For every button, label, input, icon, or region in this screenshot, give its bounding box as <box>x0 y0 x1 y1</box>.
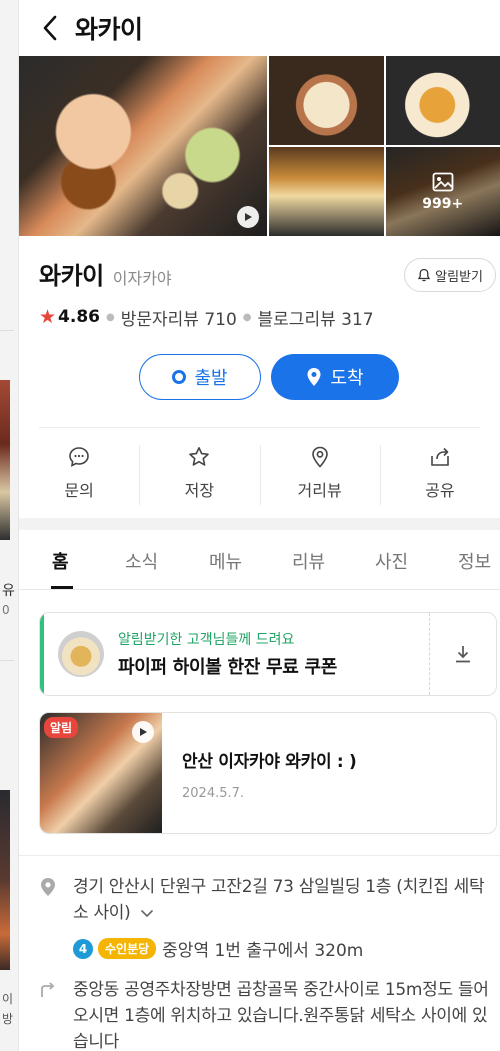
background-divider <box>0 660 14 661</box>
address-text: 경기 안산시 단원구 고잔2길 73 삼일빌딩 1층 (치킨집 세탁소 사이) <box>73 874 499 926</box>
arrival-button[interactable]: 도착 <box>271 354 399 400</box>
place-name: 와카이 <box>39 262 104 290</box>
action-row: 문의 저장 거리뷰 공유 <box>19 428 500 518</box>
tab-home[interactable]: 홈 <box>52 548 69 574</box>
departure-label: 출발 <box>194 368 228 389</box>
download-icon <box>456 646 470 663</box>
location-icon <box>39 874 73 926</box>
chat-bubble-icon <box>69 447 89 467</box>
back-button[interactable] <box>37 13 63 43</box>
tab-review[interactable]: 리뷰 <box>292 548 325 574</box>
coupon-title: 파이퍼 하이볼 한잔 무료 쿠폰 <box>118 657 337 678</box>
play-icon[interactable] <box>237 206 259 228</box>
coupon-card[interactable]: 알림받기한 고객님들께 드려요 파이퍼 하이볼 한잔 무료 쿠폰 <box>39 612 497 696</box>
photo-gallery: 999+ <box>19 56 500 236</box>
chevron-down-icon[interactable] <box>134 903 153 923</box>
share-icon <box>431 447 449 466</box>
inquiry-button[interactable]: 문의 <box>19 445 139 501</box>
turn-right-icon <box>39 977 73 1051</box>
star-outline-icon <box>189 447 210 466</box>
subway-text: 중앙역 1번 출구에서 320m <box>162 941 364 961</box>
street-view-button[interactable]: 거리뷰 <box>259 445 380 505</box>
directions-text: 중앙동 공영주차장방면 곱창골목 중간사이로 15m정도 들어오시면 1층에 위… <box>73 980 489 1051</box>
origin-dot-icon <box>172 370 187 384</box>
background-photo <box>0 380 10 540</box>
info-section: 경기 안산시 단원구 고잔2길 73 삼일빌딩 1층 (치킨집 세탁소 사이) … <box>39 874 499 1051</box>
inquiry-label: 문의 <box>64 481 94 500</box>
tab-bar: 홈 소식 메뉴 리뷰 사진 정보 <box>19 530 500 590</box>
divider <box>19 855 500 856</box>
coupon-thumbnail <box>58 631 104 677</box>
chevron-left-icon <box>43 15 57 41</box>
background-photo <box>0 790 10 970</box>
image-icon <box>432 172 454 191</box>
background-text: 이 <box>2 992 14 1006</box>
departure-button[interactable]: 출발 <box>139 354 261 400</box>
bell-icon <box>418 268 431 282</box>
gallery-photo-more[interactable]: 999+ <box>385 147 500 236</box>
separator-dot: ● <box>242 311 252 323</box>
arrival-label: 도착 <box>330 368 364 389</box>
coupon-text: 알림받기한 고객님들께 드려요 파이퍼 하이볼 한잔 무료 쿠폰 <box>118 629 337 679</box>
section-divider <box>19 518 500 530</box>
more-photos-overlay: 999+ <box>385 147 500 236</box>
rating-score: 4.86 <box>58 307 100 327</box>
background-text: 0 <box>2 603 10 617</box>
subway-line-badge: 4 <box>73 938 93 959</box>
news-date: 2024.5.7. <box>182 786 245 801</box>
place-detail-panel: 와카이 999+ 와카이 이자카야 알림받기 ★ 4.86 ● 방문자리뷰 71… <box>18 0 500 1051</box>
notify-button[interactable]: 알림받기 <box>404 258 496 292</box>
save-button[interactable]: 저장 <box>139 445 259 505</box>
tab-photo[interactable]: 사진 <box>375 548 408 574</box>
news-body: 안산 이자카야 와카이 : ) 2024.5.7. <box>162 713 357 833</box>
news-title: 안산 이자카야 와카이 : ) <box>182 752 357 772</box>
tab-menu[interactable]: 메뉴 <box>209 548 242 574</box>
coupon-info: 알림받기한 고객님들께 드려요 파이퍼 하이볼 한잔 무료 쿠폰 <box>40 613 430 695</box>
background-text: 방 <box>2 1012 14 1026</box>
visitor-reviews-link[interactable]: 방문자리뷰 710 <box>121 305 237 330</box>
header: 와카이 <box>19 0 500 56</box>
news-thumbnail: 알림 <box>40 713 162 833</box>
tab-news[interactable]: 소식 <box>125 548 158 574</box>
route-buttons: 출발 도착 <box>19 354 500 400</box>
header-title: 와카이 <box>75 15 143 44</box>
play-icon <box>132 721 154 743</box>
share-label: 공유 <box>425 481 455 500</box>
map-pin-icon <box>307 368 321 386</box>
photo-grid: 999+ <box>269 56 500 236</box>
place-title-row: 와카이 이자카야 알림받기 <box>19 236 500 308</box>
more-photos-count: 999+ <box>422 195 464 212</box>
main-photo[interactable] <box>19 56 267 236</box>
background-text: 유 <box>2 583 15 599</box>
notify-label: 알림받기 <box>435 269 483 285</box>
gallery-photo[interactable] <box>385 56 500 145</box>
background-list-strip: 유 0 이 방 <box>0 0 18 1051</box>
street-view-label: 거리뷰 <box>297 481 342 500</box>
coupon-subtitle: 알림받기한 고객님들께 드려요 <box>118 632 295 648</box>
tab-info[interactable]: 정보 <box>458 548 491 574</box>
location-pin-icon <box>311 446 328 468</box>
coupon-download-button[interactable] <box>430 613 496 695</box>
share-button[interactable]: 공유 <box>379 445 500 505</box>
news-badge: 알림 <box>44 717 79 738</box>
gallery-photo[interactable] <box>269 56 384 145</box>
place-category: 이자카야 <box>112 269 172 288</box>
blog-reviews-link[interactable]: 블로그리뷰 317 <box>258 305 374 330</box>
separator-dot: ● <box>106 311 115 323</box>
subway-line-name-badge: 수인분당 <box>98 938 157 959</box>
directions-row: 중앙동 공영주차장방면 곱창골목 중간사이로 15m정도 들어오시면 1층에 위… <box>39 977 499 1051</box>
gallery-photo[interactable] <box>269 147 384 236</box>
background-divider <box>0 330 14 331</box>
subway-row: 4 수인분당 중앙역 1번 출구에서 320m <box>73 936 499 961</box>
active-tab-indicator <box>51 586 73 589</box>
star-icon: ★ <box>39 306 57 328</box>
save-label: 저장 <box>184 481 215 500</box>
address-row[interactable]: 경기 안산시 단원구 고잔2길 73 삼일빌딩 1층 (치킨집 세탁소 사이) <box>39 874 499 926</box>
news-card[interactable]: 알림 안산 이자카야 와카이 : ) 2024.5.7. <box>39 712 497 834</box>
